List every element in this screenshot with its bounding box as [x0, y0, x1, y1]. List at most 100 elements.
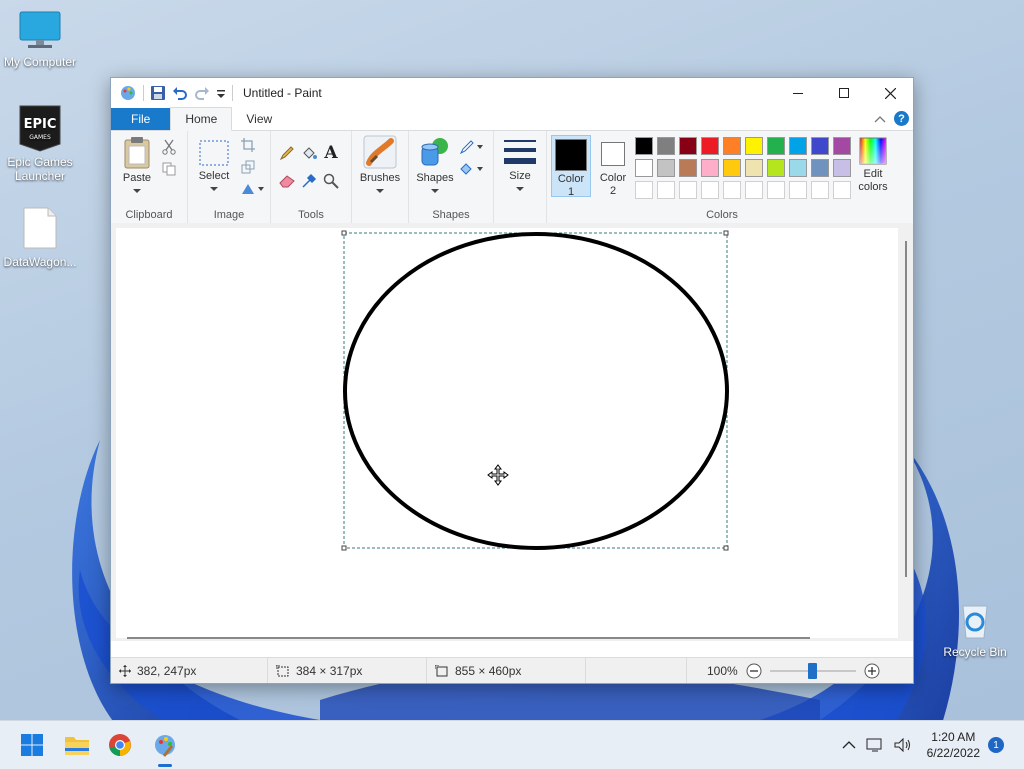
network-icon[interactable] — [866, 737, 884, 753]
palette-swatch[interactable] — [811, 137, 829, 155]
undo-icon[interactable] — [172, 85, 188, 101]
palette-swatch[interactable] — [811, 159, 829, 177]
zoom-in-icon[interactable] — [864, 663, 880, 679]
zoom-slider[interactable] — [769, 662, 856, 679]
close-button[interactable] — [867, 78, 913, 108]
palette-swatch-empty[interactable] — [679, 181, 697, 199]
brushes-button[interactable]: Brushes — [356, 135, 404, 197]
color-picker-tool[interactable] — [299, 171, 319, 191]
resize-button[interactable] — [238, 157, 258, 177]
palette-swatch[interactable] — [679, 159, 697, 177]
palette-swatch[interactable] — [635, 159, 653, 177]
outline-button[interactable] — [459, 137, 485, 157]
palette-swatch-empty[interactable] — [789, 181, 807, 199]
minimize-button[interactable] — [775, 78, 821, 108]
cut-button[interactable] — [159, 137, 179, 157]
pencil-icon — [279, 146, 294, 161]
palette-swatch[interactable] — [789, 159, 807, 177]
copy-button[interactable] — [159, 159, 179, 179]
magnifier-tool[interactable] — [321, 171, 341, 191]
palette-swatch-empty[interactable] — [723, 181, 741, 199]
clock[interactable]: 1:20 AM 6/22/2022 — [927, 729, 980, 761]
palette-swatch-empty[interactable] — [635, 181, 653, 199]
palette-swatch[interactable] — [833, 137, 851, 155]
taskbar-paint[interactable] — [149, 729, 181, 767]
chevron-up-icon[interactable] — [842, 740, 856, 750]
palette-swatch[interactable] — [745, 137, 763, 155]
fill-button[interactable] — [459, 159, 485, 179]
group-image: Select Image — [188, 131, 271, 223]
fill-tool[interactable] — [299, 143, 319, 163]
crop-button[interactable] — [238, 135, 258, 155]
palette-swatch-empty[interactable] — [833, 181, 851, 199]
text-tool[interactable]: A — [321, 143, 341, 163]
help-button[interactable]: ? — [894, 111, 909, 126]
maximize-button[interactable] — [821, 78, 867, 108]
zoom-slider-thumb[interactable] — [808, 662, 818, 679]
palette-swatch[interactable] — [635, 137, 653, 155]
zoom-out-icon[interactable] — [746, 663, 762, 679]
palette-swatch[interactable] — [701, 137, 719, 155]
tab-file[interactable]: File — [111, 108, 171, 130]
tab-home[interactable]: Home — [170, 107, 233, 131]
palette-swatch[interactable] — [657, 159, 675, 177]
paint-app-icon[interactable] — [119, 84, 137, 102]
desktop-icon-epic-games[interactable]: EPIC GAMES Epic Games Launcher — [0, 104, 80, 183]
palette-swatch[interactable] — [723, 159, 741, 177]
notification-badge[interactable]: 1 — [988, 737, 1004, 753]
recycle-bin-icon — [962, 605, 988, 639]
redo-icon[interactable] — [194, 85, 210, 101]
start-button[interactable] — [16, 729, 48, 761]
palette-swatch[interactable] — [679, 137, 697, 155]
drawing-canvas[interactable] — [116, 228, 898, 638]
select-button[interactable]: Select — [194, 139, 234, 195]
tab-view[interactable]: View — [232, 108, 286, 130]
taskbar-chrome[interactable] — [104, 729, 136, 761]
palette-swatch[interactable] — [789, 137, 807, 155]
group-shapes: Shapes Shapes — [409, 131, 494, 223]
palette-swatch-empty[interactable] — [767, 181, 785, 199]
desktop-icon-datawagon[interactable]: DataWagon... — [0, 206, 80, 269]
status-image-size: 855 × 460px — [427, 658, 585, 683]
canvas-drawing[interactable] — [116, 228, 898, 638]
text-tool-glyph: A — [324, 143, 338, 163]
palette-swatch[interactable] — [701, 159, 719, 177]
desktop-icon-my-computer[interactable]: My Computer — [0, 10, 80, 69]
pencil-tool[interactable] — [277, 143, 297, 163]
customize-toolbar-icon[interactable] — [216, 85, 226, 101]
edit-colors-button[interactable]: Edit colors — [851, 137, 895, 194]
clock-date: 6/22/2022 — [926, 746, 980, 760]
taskbar-file-explorer[interactable] — [61, 729, 93, 761]
ribbon: Paste Clipboard Select Image A Tools Bru… — [111, 131, 913, 224]
vertical-scrollbar[interactable] — [905, 241, 907, 577]
color2-button[interactable]: Color 2 — [593, 135, 633, 197]
palette-swatch[interactable] — [767, 159, 785, 177]
color1-button[interactable]: Color 1 — [551, 135, 591, 198]
status-bar: 382, 247px 384 × 317px 855 × 460px 100% — [111, 657, 913, 683]
windows-logo-icon — [21, 734, 43, 756]
eraser-tool[interactable] — [277, 171, 297, 191]
palette-swatch[interactable] — [723, 137, 741, 155]
palette-swatch[interactable] — [657, 137, 675, 155]
collapse-ribbon-icon[interactable] — [874, 114, 886, 124]
palette-swatch[interactable] — [833, 159, 851, 177]
clock-time: 1:20 AM — [931, 730, 976, 744]
volume-icon[interactable] — [894, 737, 912, 753]
palette-swatch-empty[interactable] — [701, 181, 719, 199]
palette-swatch[interactable] — [767, 137, 785, 155]
shapes-button[interactable]: Shapes — [413, 135, 457, 197]
fill-bucket-icon — [460, 163, 483, 175]
palette-swatch-empty[interactable] — [657, 181, 675, 199]
save-icon[interactable] — [150, 85, 166, 101]
horizontal-scrollbar[interactable] — [127, 637, 810, 639]
rotate-button[interactable] — [238, 179, 266, 199]
palette-swatch[interactable] — [745, 159, 763, 177]
palette-swatch-empty[interactable] — [811, 181, 829, 199]
paste-button[interactable]: Paste — [117, 135, 157, 197]
group-label-tools: Tools — [298, 209, 324, 221]
desktop-icon-recycle-bin[interactable]: Recycle Bin — [935, 600, 1015, 659]
crop-icon — [241, 138, 255, 152]
maximize-icon — [839, 88, 849, 98]
palette-swatch-empty[interactable] — [745, 181, 763, 199]
size-button[interactable]: Size — [500, 137, 540, 195]
